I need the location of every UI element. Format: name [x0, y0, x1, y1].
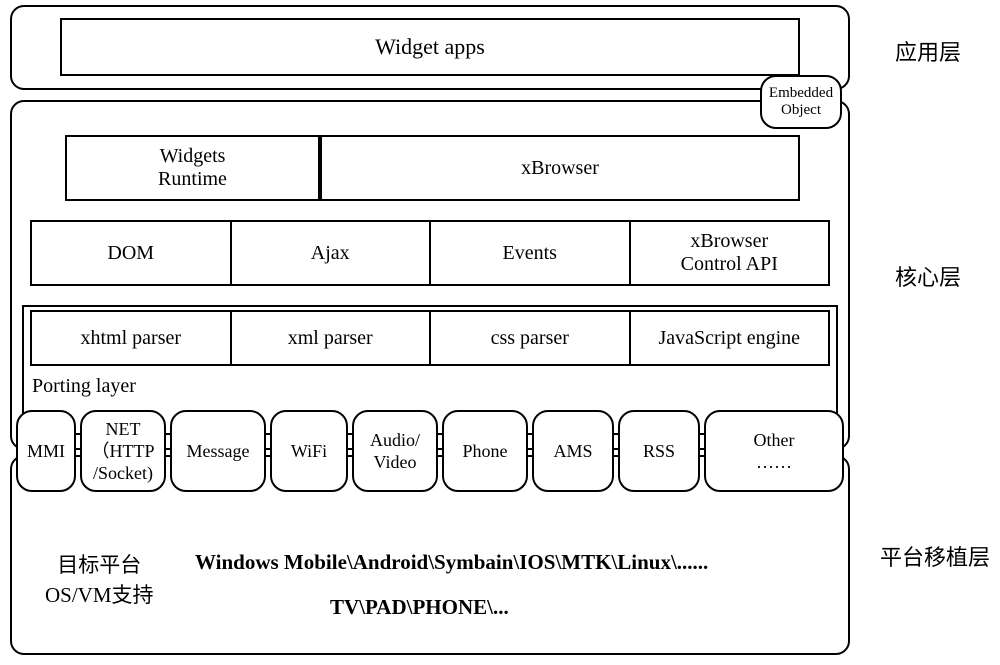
embedded-object-pill: Embedded Object [760, 75, 842, 129]
runtime-row: Widgets Runtime xBrowser [65, 135, 800, 201]
events-box: Events [431, 220, 631, 286]
av-l2: Video [356, 451, 434, 473]
module-other: Other …… [704, 410, 844, 492]
xbrowser-api-l1: xBrowser [631, 230, 829, 253]
label-core-layer: 核心层 [895, 260, 961, 292]
os-vm-support: 目标平台 OS/VM支持 [45, 550, 154, 610]
xbrowser-box: xBrowser [320, 135, 800, 201]
other-l1: Other [708, 429, 840, 451]
widgets-runtime-l2: Runtime [67, 168, 318, 191]
widgets-runtime-box: Widgets Runtime [65, 135, 320, 201]
module-message: Message [170, 410, 266, 492]
os-support-l1: 目标平台 [45, 550, 154, 580]
net-l2: （HTTP [84, 440, 162, 462]
net-l3: /Socket) [84, 462, 162, 484]
module-ams: AMS [532, 410, 614, 492]
os-support-l2: OS/VM支持 [45, 580, 154, 610]
platforms-list-2: TV\PAD\PHONE\... [330, 595, 509, 620]
module-rss: RSS [618, 410, 700, 492]
mid-row: DOM Ajax Events xBrowser Control API [30, 220, 830, 286]
js-engine-box: JavaScript engine [631, 310, 831, 366]
ajax-box: Ajax [232, 220, 432, 286]
label-application-layer: 应用层 [895, 35, 961, 67]
modules-row: MMI NET （HTTP /Socket) Message WiFi Audi… [16, 410, 844, 492]
module-wifi: WiFi [270, 410, 348, 492]
xbrowser-api-l2: Control API [631, 253, 829, 276]
module-audio-video: Audio/ Video [352, 410, 438, 492]
xbrowser-api-box: xBrowser Control API [631, 220, 831, 286]
net-l1: NET [84, 418, 162, 440]
widgets-runtime-l1: Widgets [67, 145, 318, 168]
dom-box: DOM [30, 220, 232, 286]
module-net: NET （HTTP /Socket) [80, 410, 166, 492]
other-l2: …… [708, 451, 840, 473]
parser-row: xhtml parser xml parser css parser JavaS… [30, 310, 830, 366]
label-platform-layer: 平台移植层 [880, 540, 990, 572]
porting-layer-label: Porting layer [32, 375, 136, 398]
av-l1: Audio/ [356, 429, 434, 451]
widget-apps-box: Widget apps [60, 18, 800, 76]
xml-parser-box: xml parser [232, 310, 432, 366]
platforms-list-1: Windows Mobile\Android\Symbain\IOS\MTK\L… [195, 550, 708, 575]
embedded-object-l1: Embedded [762, 85, 840, 102]
xhtml-parser-box: xhtml parser [30, 310, 232, 366]
architecture-diagram: Widget apps Embedded Object Widgets Runt… [10, 5, 850, 655]
css-parser-box: css parser [431, 310, 631, 366]
embedded-object-l2: Object [762, 102, 840, 119]
module-phone: Phone [442, 410, 528, 492]
module-mmi: MMI [16, 410, 76, 492]
